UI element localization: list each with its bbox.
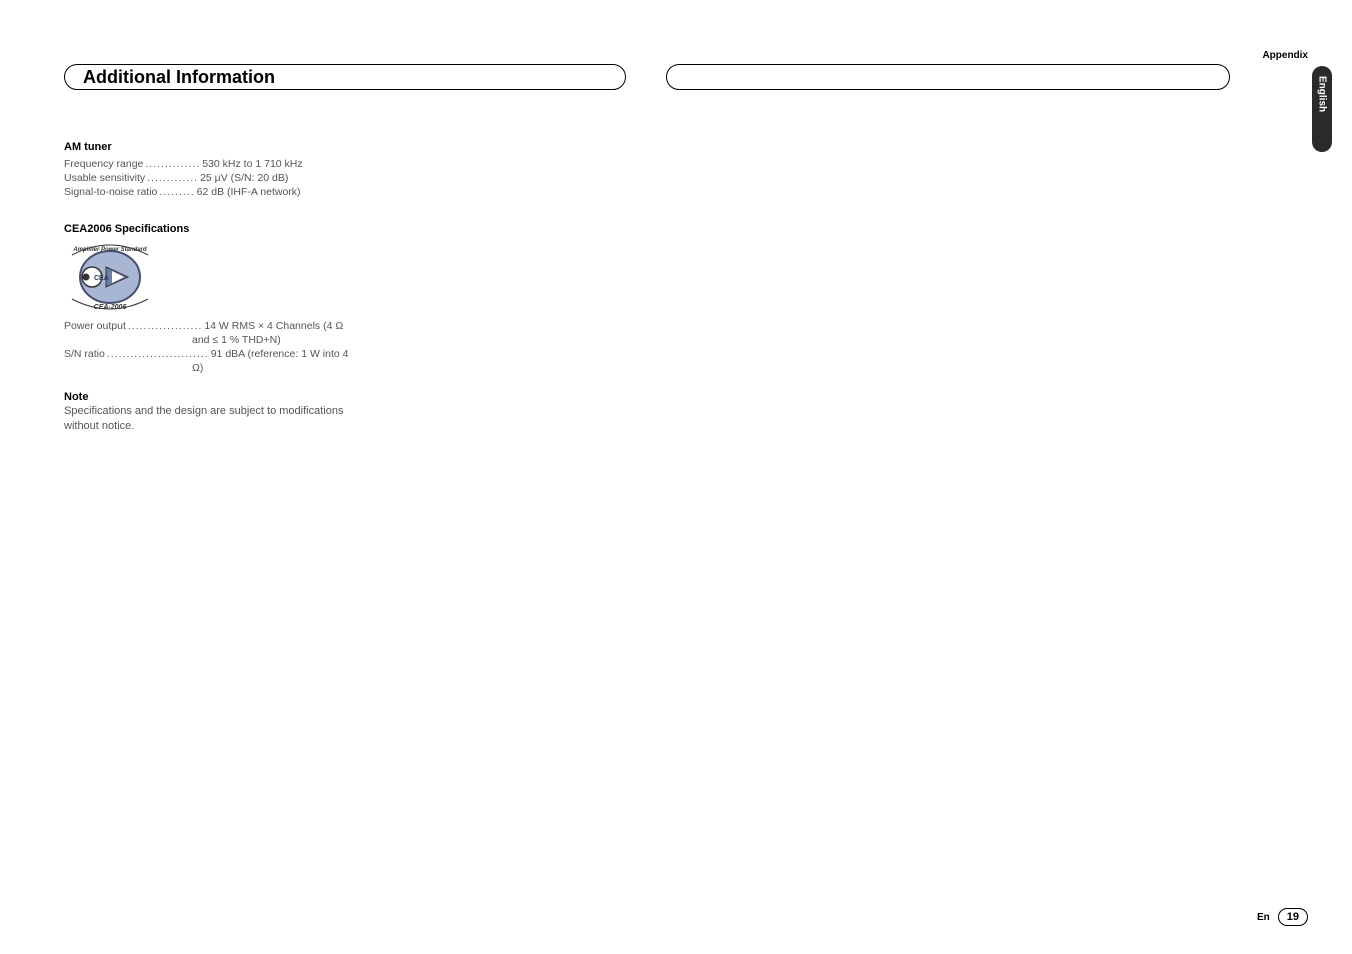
spec-row-power-output: Power output ................... 14 W RM… xyxy=(64,319,364,333)
spec-label: Usable sensitivity xyxy=(64,171,145,185)
section-title-right-empty xyxy=(666,64,1230,90)
am-tuner-section: AM tuner Frequency range .............. … xyxy=(64,140,364,199)
spec-dots: ............. xyxy=(145,171,200,185)
cea2006-heading: CEA2006 Specifications xyxy=(64,222,364,237)
spec-value: 530 kHz to 1 710 kHz xyxy=(202,157,364,171)
spec-value-cont: Ω) xyxy=(64,361,364,375)
appendix-label: Appendix xyxy=(1262,50,1308,61)
note-text: Specifications and the design are subjec… xyxy=(64,404,364,434)
spec-row-sn-ratio: S/N ratio .......................... 91 … xyxy=(64,347,364,361)
spec-label: Power output xyxy=(64,319,126,333)
logo-top-text: Amplifier Power Standard xyxy=(72,247,147,253)
footer-lang: En xyxy=(1257,912,1270,923)
section-title-left: Additional Information xyxy=(64,64,626,90)
language-tab: English xyxy=(1312,66,1332,152)
note-heading: Note xyxy=(64,390,364,405)
spec-row-snr: Signal-to-noise ratio ......... 62 dB (I… xyxy=(64,185,364,199)
spec-label: Signal-to-noise ratio xyxy=(64,185,157,199)
am-tuner-heading: AM tuner xyxy=(64,140,364,155)
spec-value: 25 µV (S/N: 20 dB) xyxy=(200,171,364,185)
page-footer: En 19 xyxy=(1257,908,1308,926)
logo-bottom-text: CEA-2006 xyxy=(94,304,127,311)
spec-dots: ......... xyxy=(157,185,196,199)
spec-label: Frequency range xyxy=(64,157,143,171)
section-title-text: Additional Information xyxy=(83,67,275,88)
spec-value: 62 dB (IHF-A network) xyxy=(197,185,364,199)
logo-cea-text: CEA xyxy=(94,275,109,282)
spec-row-sensitivity: Usable sensitivity ............. 25 µV (… xyxy=(64,171,364,185)
spec-dots: .............. xyxy=(143,157,202,171)
spec-row-frequency: Frequency range .............. 530 kHz t… xyxy=(64,157,364,171)
cea2006-logo: CEA Amplifier Power Standard CEA-2006 xyxy=(64,241,364,313)
spec-label: S/N ratio xyxy=(64,347,105,361)
spec-dots: ................... xyxy=(126,319,204,333)
cea2006-logo-svg: CEA Amplifier Power Standard CEA-2006 xyxy=(64,241,156,313)
language-tab-label: English xyxy=(1317,76,1328,112)
cea2006-section: CEA2006 Specifications CEA Amplifier Pow… xyxy=(64,222,364,434)
page: Appendix English Additional Information … xyxy=(0,0,1352,954)
spec-value: 14 W RMS × 4 Channels (4 Ω xyxy=(204,319,364,333)
page-number: 19 xyxy=(1278,908,1308,926)
spec-dots: .......................... xyxy=(105,347,211,361)
spec-value: 91 dBA (reference: 1 W into 4 xyxy=(211,347,364,361)
spec-value-cont: and ≤ 1 % THD+N) xyxy=(64,333,364,347)
